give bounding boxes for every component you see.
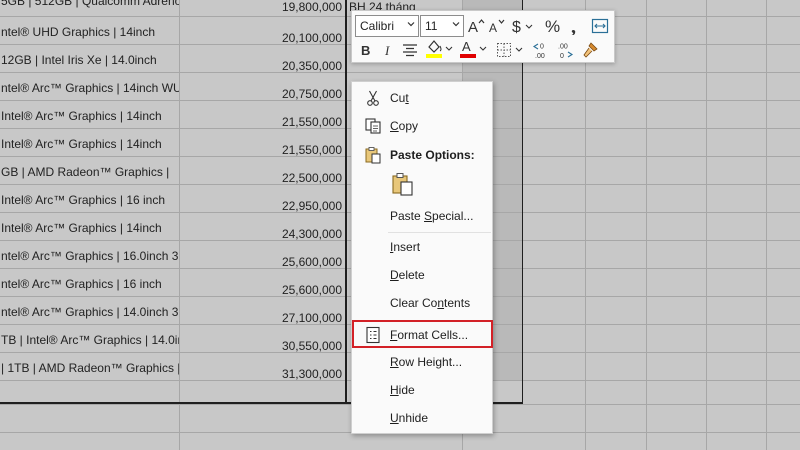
price-cell[interactable]: 27,100,000: [282, 311, 342, 325]
svg-text:I: I: [384, 43, 390, 58]
product-spec-cell[interactable]: ntel® Arc™ Graphics | 14.0inch 3K: [1, 305, 179, 319]
price-cell[interactable]: 19,800,000: [282, 0, 342, 14]
menu-item-delete-label: Delete: [390, 268, 425, 282]
menu-item-insert[interactable]: Insert: [352, 234, 492, 260]
menu-item-unhide[interactable]: Unhide: [352, 405, 492, 431]
product-spec-cell[interactable]: Intel® Arc™ Graphics | 16 inch: [1, 193, 179, 207]
increase-font-size-icon[interactable]: A: [467, 16, 485, 36]
price-cell[interactable]: 25,600,000: [282, 283, 342, 297]
scissors-icon: [367, 90, 379, 106]
menu-item-delete[interactable]: Delete: [352, 262, 492, 288]
svg-text:0: 0: [540, 44, 544, 51]
svg-text:A: A: [468, 19, 478, 35]
product-spec-cell[interactable]: TB | Intel® Arc™ Graphics | 14.0inch: [1, 333, 179, 347]
align-center-icon[interactable]: [401, 40, 419, 60]
menu-item-cut[interactable]: Cut: [352, 85, 492, 111]
decrease-font-size-icon[interactable]: A: [488, 16, 506, 36]
menu-item-hide-label: Hide: [390, 383, 415, 397]
price-cell[interactable]: 22,950,000: [282, 199, 342, 213]
chevron-down-icon: [452, 22, 460, 27]
price-cell[interactable]: 22,500,000: [282, 171, 342, 185]
price-cell[interactable]: 20,350,000: [282, 59, 342, 73]
price-cell[interactable]: 25,600,000: [282, 255, 342, 269]
svg-text:,: ,: [571, 17, 576, 35]
decrease-decimal-icon[interactable]: .00 0: [556, 40, 576, 60]
selection-border-left: [345, 0, 347, 404]
menu-item-unhide-label: Unhide: [390, 411, 429, 425]
svg-text:$: $: [512, 19, 521, 35]
clipboard-icon: [392, 173, 413, 196]
menu-item-clear-contents-label: Clear Contents: [390, 296, 471, 310]
svg-text:B: B: [361, 43, 370, 58]
svg-text:%: %: [545, 17, 560, 35]
menu-item-copy[interactable]: Copy: [352, 113, 492, 139]
menu-item-paste-options: Paste Options:: [352, 142, 492, 168]
font-name-combo[interactable]: Calibri: [355, 15, 419, 37]
price-cell[interactable]: 20,100,000: [282, 31, 342, 45]
paste-option-button[interactable]: [390, 171, 416, 197]
svg-text:A: A: [462, 39, 471, 54]
format-painter-icon[interactable]: [580, 40, 600, 60]
increase-decimal-icon[interactable]: 0.00: [532, 40, 552, 60]
borders-icon[interactable]: [495, 40, 525, 60]
menu-item-clear-contents[interactable]: Clear Contents: [352, 290, 492, 316]
product-spec-cell[interactable]: 5GB | 512GB | Qualcomm Adreno | 13: [1, 0, 179, 8]
price-cell[interactable]: 31,300,000: [282, 367, 342, 381]
font-color-icon[interactable]: A: [458, 39, 488, 59]
format-cells-highlight: [352, 320, 493, 348]
bold-icon[interactable]: B: [358, 40, 374, 60]
product-spec-cell[interactable]: | 1TB | AMD Radeon™ Graphics |: [1, 361, 179, 375]
fill-color-icon[interactable]: [424, 39, 454, 59]
product-spec-cell[interactable]: ntel® UHD Graphics | 14inch: [1, 25, 179, 39]
percent-style-icon[interactable]: %: [544, 16, 564, 36]
font-size-combo[interactable]: 11: [420, 15, 464, 37]
svg-text:.00: .00: [535, 53, 545, 60]
menu-item-copy-label: Copy: [390, 119, 419, 133]
price-cell[interactable]: 21,550,000: [282, 115, 342, 129]
menu-item-row-height[interactable]: Row Height...: [352, 349, 492, 375]
italic-icon[interactable]: I: [381, 40, 395, 60]
menu-item-row-height-label: Row Height...: [390, 355, 463, 369]
menu-item-cut-label: Cut: [390, 91, 409, 105]
price-cell[interactable]: 20,750,000: [282, 87, 342, 101]
paste-icon: [365, 147, 381, 164]
font-name-value: Calibri: [360, 19, 395, 33]
menu-item-hide[interactable]: Hide: [352, 377, 492, 403]
accounting-format-icon[interactable]: $: [511, 16, 537, 36]
menu-item-paste-special[interactable]: Paste Special...: [352, 203, 492, 229]
paste-options-heading: Paste Options:: [390, 148, 475, 162]
product-spec-cell[interactable]: ntel® Arc™ Graphics | 14inch WUXGA: [1, 81, 179, 95]
product-spec-cell[interactable]: 12GB | Intel Iris Xe | 14.0inch: [1, 53, 179, 67]
product-spec-cell[interactable]: GB | AMD Radeon™ Graphics |: [1, 165, 179, 179]
merge-center-icon[interactable]: [590, 16, 610, 36]
chevron-down-icon: [407, 22, 415, 27]
svg-text:A: A: [489, 21, 497, 35]
product-spec-cell[interactable]: ntel® Arc™ Graphics | 16.0inch 3K |: [1, 249, 179, 263]
copy-icon: [365, 118, 381, 134]
svg-text:.00: .00: [558, 44, 568, 51]
context-menu: Cut Copy Paste Options: Paste Special...…: [351, 81, 493, 434]
svg-text:0: 0: [560, 53, 564, 60]
product-spec-cell[interactable]: Intel® Arc™ Graphics | 14inch: [1, 137, 179, 151]
mini-toolbar: Calibri 11 A A $ % , B I A 0.00 .00 0: [351, 10, 615, 63]
comma-style-icon[interactable]: ,: [569, 16, 583, 36]
menu-item-insert-label: Insert: [390, 240, 421, 254]
product-spec-cell[interactable]: Intel® Arc™ Graphics | 14inch: [1, 221, 179, 235]
menu-item-paste-special-label: Paste Special...: [390, 209, 474, 223]
price-cell[interactable]: 30,550,000: [282, 339, 342, 353]
price-cell[interactable]: 21,550,000: [282, 143, 342, 157]
product-spec-cell[interactable]: ntel® Arc™ Graphics | 16 inch: [1, 277, 179, 291]
font-size-value: 11: [425, 19, 438, 33]
menu-separator: [388, 232, 491, 233]
product-spec-cell[interactable]: Intel® Arc™ Graphics | 14inch: [1, 109, 179, 123]
price-cell[interactable]: 24,300,000: [282, 227, 342, 241]
